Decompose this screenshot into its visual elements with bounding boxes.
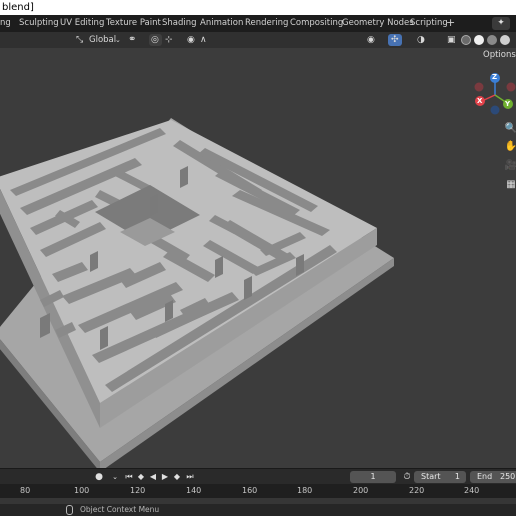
add-workspace-icon[interactable]: + — [446, 16, 455, 30]
chevron-down-icon[interactable]: ⌄ — [115, 33, 121, 47]
end-label: End — [477, 472, 493, 481]
prev-keyframe-icon[interactable]: ◆ — [136, 471, 146, 483]
jump-end-icon[interactable]: ⏭ — [185, 471, 195, 483]
tab-modeling[interactable]: ng — [0, 17, 11, 30]
gizmo-y-label: Y — [505, 100, 511, 108]
rendered-shading-icon[interactable] — [500, 35, 510, 45]
tab-shading[interactable]: Shading — [162, 17, 197, 30]
pan-hand-icon[interactable]: ✋ — [504, 140, 516, 154]
tab-animation[interactable]: Animation — [200, 17, 243, 30]
gizmo-x-label: X — [477, 97, 483, 105]
play-icon[interactable]: ▶ — [160, 471, 170, 483]
maze-model — [0, 73, 516, 468]
ruler-tick: 100 — [74, 486, 90, 495]
falloff-icon[interactable]: ∧ — [200, 33, 207, 47]
ruler-tick: 140 — [186, 486, 202, 495]
gizmo-icon: ✣ — [391, 35, 399, 45]
context-menu-hint: Object Context Menu — [80, 505, 160, 514]
next-keyframe-icon[interactable]: ◆ — [172, 471, 182, 483]
visibility-eye-icon[interactable]: ◉ — [367, 33, 375, 47]
start-value: 1 — [454, 472, 460, 481]
wireframe-shading-icon[interactable] — [461, 35, 471, 45]
proportional-edit-icon[interactable]: ◉ — [187, 33, 195, 47]
3d-viewport[interactable]: Z X Y Options 🔍 ✋ 🎥 ▦ — [0, 48, 516, 468]
ruler-tick: 240 — [464, 486, 480, 495]
ruler-tick: 120 — [130, 486, 146, 495]
tab-rendering[interactable]: Rendering — [245, 17, 288, 30]
viewport-header: ⤡ Global ⌄ ⚭ ◎ ⊹ ◉ ∧ ◉ ✣ ◑ ▣ — [0, 32, 516, 48]
snap-target-icon[interactable]: ⊹ — [165, 33, 173, 47]
timeline-header: ● ⌄ ⏮ ◆ ◀ ▶ ◆ ⏭ 1 ⏱ Start 1 End 250 — [0, 468, 516, 484]
blender-window: blend] ng Sculpting UV Editing Texture P… — [0, 0, 516, 516]
window-title: blend] — [0, 0, 516, 15]
overlay-icon[interactable]: ◑ — [417, 33, 425, 47]
start-label: Start — [421, 472, 441, 481]
start-frame-field[interactable]: Start 1 — [414, 471, 466, 483]
ruler-tick: 200 — [353, 486, 369, 495]
scene-selector-icon[interactable]: ✦ — [492, 17, 510, 30]
pivot-point-icon[interactable]: ⚭ — [128, 33, 136, 47]
ruler-tick: 160 — [242, 486, 258, 495]
tab-uv-editing[interactable]: UV Editing — [60, 17, 104, 30]
ruler-tick: 180 — [297, 486, 313, 495]
tab-texture-paint[interactable]: Texture Paint — [106, 17, 161, 30]
material-shading-icon[interactable] — [487, 35, 497, 45]
jump-start-icon[interactable]: ⏮ — [124, 471, 134, 483]
options-dropdown[interactable]: Options — [483, 50, 516, 61]
xray-icon[interactable]: ▣ — [447, 33, 456, 47]
magnet-icon: ◎ — [151, 35, 159, 45]
transform-orientation-dropdown[interactable]: Global — [89, 33, 116, 47]
end-frame-field[interactable]: End 250 — [470, 471, 516, 483]
clock-icon[interactable]: ⏱ — [402, 471, 412, 483]
tab-geometry-nodes[interactable]: Geometry Nodes — [342, 17, 414, 30]
tab-sculpting[interactable]: Sculpting — [19, 17, 59, 30]
tab-scripting[interactable]: Scripting — [410, 17, 448, 30]
zoom-icon[interactable]: 🔍 — [504, 122, 516, 136]
current-frame-field[interactable]: 1 — [350, 471, 396, 483]
mouse-right-icon — [66, 505, 73, 515]
play-reverse-icon[interactable]: ◀ — [148, 471, 158, 483]
camera-view-icon[interactable]: 🎥 — [504, 159, 516, 173]
transform-orientation-icon[interactable]: ⤡ — [76, 33, 83, 47]
chevron-down-icon[interactable]: ⌄ — [110, 471, 120, 483]
ruler-tick: 80 — [20, 486, 31, 495]
tab-compositing[interactable]: Compositing — [290, 17, 343, 30]
perspective-grid-icon[interactable]: ▦ — [504, 178, 516, 192]
end-value: 250 — [500, 472, 516, 481]
frame-ruler[interactable]: 80 100 120 140 160 180 200 220 240 — [0, 484, 516, 498]
keyframe-dot-icon[interactable]: ● — [94, 471, 104, 483]
ruler-tick: 220 — [409, 486, 425, 495]
status-bar: Object Context Menu — [0, 504, 516, 516]
gizmo-z-label: Z — [492, 73, 498, 81]
workspace-tabs-bar: ng Sculpting UV Editing Texture Paint Sh… — [0, 15, 516, 32]
solid-shading-icon[interactable] — [474, 35, 484, 45]
